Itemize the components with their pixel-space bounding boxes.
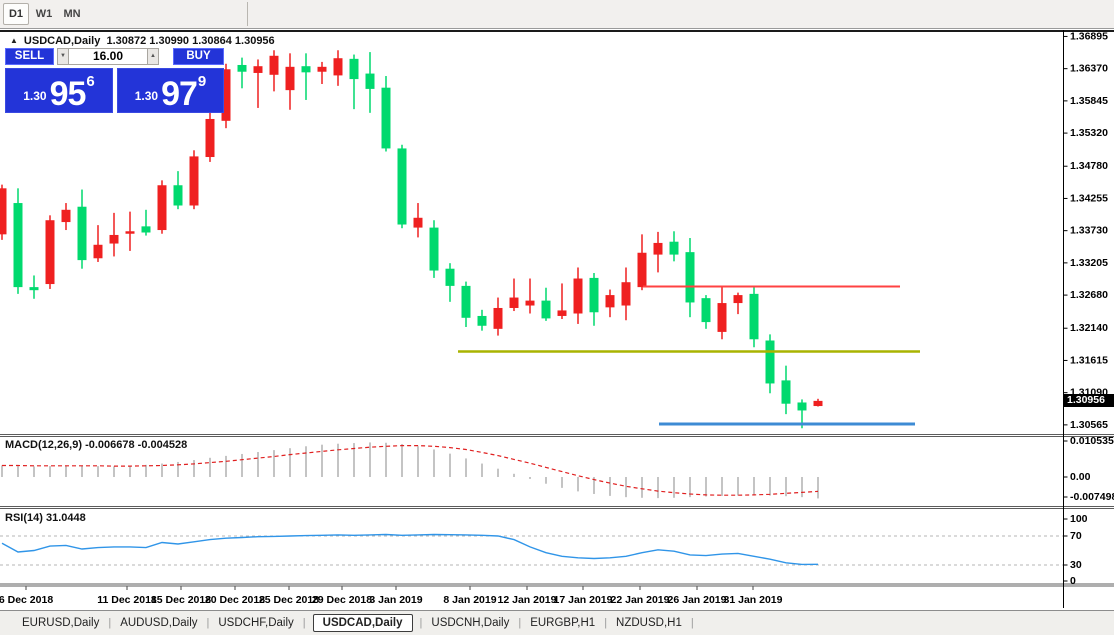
date-axis-label: 26 Jan 2019 <box>668 594 727 606</box>
sell-price-pip-digit: 6 <box>86 73 94 90</box>
collapse-panel-icon[interactable]: ▲ <box>10 36 18 45</box>
horizontal-object-lines <box>458 287 920 424</box>
tab-separator: | <box>691 617 694 629</box>
price-axis-label: 1.33730 <box>1070 225 1108 237</box>
indicator-axis-label: 70 <box>1070 530 1082 542</box>
date-axis-label: 17 Jan 2019 <box>554 594 613 606</box>
chart-tab-bar: EURUSD,Daily | AUDUSD,Daily | USDCHF,Daily | U… <box>0 610 1114 635</box>
buy-price-handle: 1.30 <box>135 89 158 103</box>
indicator-axis-label: 100 <box>1070 513 1088 525</box>
toolbar-separator <box>247 2 248 26</box>
date-axis-label: 29 Dec 2018 <box>312 594 372 606</box>
volume-increase-button[interactable]: ▲ <box>147 48 159 65</box>
chart-symbol-period: USDCAD,Daily <box>24 35 100 47</box>
date-axis-label: 25 Dec 2018 <box>259 594 319 606</box>
price-axis-label: 1.36370 <box>1070 63 1108 75</box>
price-axis-label: 1.34780 <box>1070 160 1108 172</box>
price-axis-label: 1.33205 <box>1070 257 1108 269</box>
timeframe-w1-button[interactable]: W1 <box>31 3 57 25</box>
tab-separator: | <box>108 617 111 629</box>
indicator-axis-label: 0.010535 <box>1070 435 1114 447</box>
macd-indicator-label: MACD(12,26,9) -0.006678 -0.004528 <box>5 439 187 451</box>
chart-title: ▲ USDCAD,Daily 1.30872 1.30990 1.30864 1.… <box>10 35 275 47</box>
timeframe-d1-button[interactable]: D1 <box>3 3 29 25</box>
sell-price-handle: 1.30 <box>23 89 46 103</box>
date-axis-label: 8 Jan 2019 <box>443 594 496 606</box>
price-axis-label: 1.31615 <box>1070 354 1108 366</box>
rsi-indicator-label: RSI(14) 31.0448 <box>5 512 86 524</box>
tab-separator: | <box>518 617 521 629</box>
sell-price-display[interactable]: 1.30 95 6 <box>5 68 113 113</box>
price-axis-label: 1.36895 <box>1070 30 1108 42</box>
indicator-axes: 0.010535 0.00 -0.007498 100 70 30 0 <box>1064 435 1114 587</box>
indicator-axis-label: -0.007498 <box>1070 491 1114 503</box>
buy-price-display[interactable]: 1.30 97 9 <box>117 68 224 113</box>
indicator-axis-label: 0 <box>1070 575 1076 587</box>
buy-price-big-digits: 97 <box>161 80 197 109</box>
tab-separator: | <box>420 617 423 629</box>
sell-price-big-digits: 95 <box>50 80 86 109</box>
date-axis-label: 31 Jan 2019 <box>724 594 783 606</box>
price-axis-label: 1.35845 <box>1070 95 1108 107</box>
pane-frames <box>0 30 1114 608</box>
price-axis: 1.36895 1.36370 1.35845 1.35320 1.34780 1.342… <box>1064 30 1109 430</box>
indicator-axis-label: 0.00 <box>1070 471 1091 483</box>
price-axis-label: 1.30565 <box>1070 419 1108 431</box>
price-axis-label: 1.35320 <box>1070 127 1108 139</box>
date-axis-label: 22 Jan 2019 <box>611 594 670 606</box>
date-axis-label: 12 Jan 2019 <box>498 594 557 606</box>
buy-button[interactable]: BUY <box>173 48 224 65</box>
price-axis-label: 1.34255 <box>1070 192 1108 204</box>
date-axis-label: 6 Dec 2018 <box>0 594 53 606</box>
rsi-line <box>2 535 818 565</box>
date-axis: 6 Dec 2018 11 Dec 201815 Dec 201820 Dec 2… <box>0 587 783 607</box>
buy-price-pip-digit: 9 <box>198 73 206 90</box>
price-axis-label: 1.32680 <box>1070 289 1108 301</box>
rsi-level-lines <box>0 536 1063 565</box>
price-axis-label: 1.32140 <box>1070 322 1108 334</box>
macd-signal-line <box>2 446 818 496</box>
chart-tab-usdcnh-daily[interactable]: USDCNH,Daily <box>427 615 513 631</box>
timeframe-toolbar: D1 W1 MN <box>0 0 1114 29</box>
timeframe-mn-button[interactable]: MN <box>59 3 85 25</box>
date-axis-label: 3 Jan 2019 <box>369 594 422 606</box>
indicator-axis-label: 30 <box>1070 559 1082 571</box>
date-axis-label: 20 Dec 2018 <box>205 594 265 606</box>
date-axis-label: 11 Dec 2018 <box>97 594 157 606</box>
chart-tab-usdchf-daily[interactable]: USDCHF,Daily <box>214 615 297 631</box>
chart-tab-audusd-daily[interactable]: AUDUSD,Daily <box>116 615 201 631</box>
tab-separator: | <box>303 617 306 629</box>
tab-separator: | <box>207 617 210 629</box>
chart-tab-eurgbp-h1[interactable]: EURGBP,H1 <box>526 615 599 631</box>
chart-tab-usdcad-daily[interactable]: USDCAD,Daily <box>313 614 413 632</box>
sell-button[interactable]: SELL <box>5 48 54 65</box>
one-click-trading-panel: SELL ▼ 16.00 ▲ BUY 1.30 95 6 1.30 97 9 <box>5 48 224 114</box>
current-price-tag: 1.30956 <box>1064 394 1114 407</box>
date-axis-label: 15 Dec 2018 <box>151 594 211 606</box>
chart-tab-nzdusd-h1[interactable]: NZDUSD,H1 <box>612 615 686 631</box>
chart-ohlc-values: 1.30872 1.30990 1.30864 1.30956 <box>106 35 274 47</box>
tab-separator: | <box>604 617 607 629</box>
chart-tab-eurusd-daily[interactable]: EURUSD,Daily <box>18 615 103 631</box>
volume-input[interactable]: 16.00 <box>68 48 148 65</box>
